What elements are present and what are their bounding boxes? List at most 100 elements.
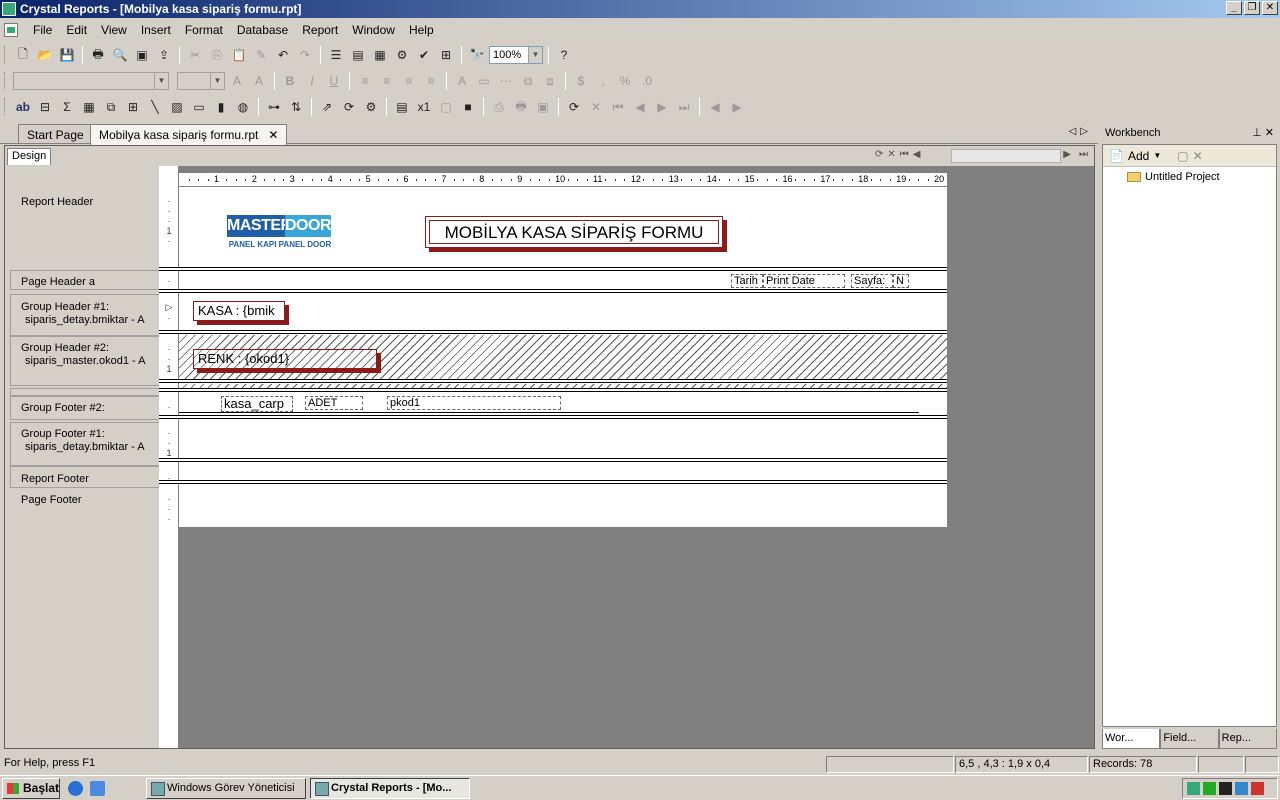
line-style-icon[interactable]: ⋯: [496, 71, 516, 91]
font-size-select[interactable]: ▼: [177, 72, 225, 90]
task-task-manager[interactable]: Windows Görev Yöneticisi: [146, 778, 306, 799]
alert-icon[interactable]: [1251, 782, 1264, 795]
separator-line[interactable]: [179, 412, 919, 413]
report-title-box[interactable]: MOBİLYA KASA SİPARİŞ FORMU: [425, 216, 723, 248]
export-page-icon[interactable]: ⎙: [489, 97, 509, 117]
decimal-icon[interactable]: .0: [637, 71, 657, 91]
menu-view[interactable]: View: [94, 23, 134, 37]
group-icon[interactable]: ⊟: [35, 97, 55, 117]
print-page-icon[interactable]: 🖶: [511, 97, 531, 117]
zoom-select[interactable]: 100% ▼: [489, 46, 543, 64]
select-expert-icon[interactable]: ⇗: [317, 97, 337, 117]
menu-edit[interactable]: Edit: [59, 23, 94, 37]
page-number-field[interactable]: [951, 149, 1061, 163]
tab-start-page[interactable]: Start Page: [18, 124, 93, 144]
font-name-select[interactable]: ▼: [13, 72, 169, 90]
section-page-header[interactable]: Page Header a: [5, 276, 157, 289]
new-project-icon[interactable]: ▢: [1177, 149, 1188, 163]
workbench-icon[interactable]: ⊞: [436, 45, 456, 65]
new-icon[interactable]: 🗋: [13, 45, 33, 65]
align-left-icon[interactable]: ≡: [355, 71, 375, 91]
ie-icon[interactable]: [68, 781, 83, 796]
refresh-icon[interactable]: ⟳: [564, 97, 584, 117]
print-date-field[interactable]: Print Date: [763, 274, 845, 288]
cross-tab-icon[interactable]: ▦: [79, 97, 99, 117]
network-icon[interactable]: [1187, 782, 1200, 795]
tab-scroll-left-icon[interactable]: ◁: [1069, 126, 1077, 137]
last-page-icon[interactable]: ⏭: [674, 97, 694, 117]
align-center-icon[interactable]: ≡: [377, 71, 397, 91]
restore-button[interactable]: ❐: [1244, 1, 1260, 15]
section-expert-icon[interactable]: ⚙: [361, 97, 381, 117]
tab-design[interactable]: Design: [7, 148, 52, 165]
field-explorer-icon[interactable]: ▤: [348, 45, 368, 65]
prev-page-icon[interactable]: ◀: [913, 149, 921, 160]
section-report-header[interactable]: Report Header: [5, 196, 157, 209]
justify-icon[interactable]: ≡: [421, 71, 441, 91]
percent-icon[interactable]: %: [615, 71, 635, 91]
first-page-icon[interactable]: ⏮: [608, 97, 628, 117]
first-page-icon[interactable]: ⏮: [900, 149, 909, 160]
line-icon[interactable]: ╲: [145, 97, 165, 117]
print-icon[interactable]: 🖶: [88, 45, 108, 65]
kasa-carp-field[interactable]: kasa_carp: [221, 396, 293, 412]
tab-scroll-right-icon[interactable]: ▷: [1080, 126, 1088, 137]
shrink-font-icon[interactable]: A: [249, 71, 269, 91]
save-icon[interactable]: 💾: [57, 45, 77, 65]
tab-active-report[interactable]: Mobilya kasa sipariş formu.rpt ✕: [90, 124, 288, 145]
text-object-icon[interactable]: ab: [13, 97, 33, 117]
start-button[interactable]: Başlat: [2, 778, 60, 799]
add-button[interactable]: Add: [1128, 149, 1149, 163]
redo-icon[interactable]: ↷: [295, 45, 315, 65]
next-page-icon[interactable]: ▶: [1063, 149, 1071, 160]
export-icon[interactable]: ⇪: [154, 45, 174, 65]
underline-icon[interactable]: U: [324, 71, 344, 91]
cut-icon[interactable]: ✂: [185, 45, 205, 65]
paste-icon[interactable]: 📋: [229, 45, 249, 65]
grow-font-icon[interactable]: A: [227, 71, 247, 91]
sayfa-label[interactable]: Sayfa:: [851, 274, 893, 288]
formula-icon[interactable]: ⟳: [339, 97, 359, 117]
section-report-footer[interactable]: Report Footer: [5, 473, 157, 486]
border-icon[interactable]: ▭: [474, 71, 494, 91]
italic-icon[interactable]: I: [302, 71, 322, 91]
menu-insert[interactable]: Insert: [134, 23, 178, 37]
menu-report[interactable]: Report: [295, 23, 345, 37]
minimize-button[interactable]: _: [1226, 1, 1242, 15]
page-number-field-report[interactable]: N: [893, 274, 909, 288]
display-icon[interactable]: [1219, 782, 1232, 795]
tarih-label[interactable]: Tarih :: [731, 274, 763, 288]
font-color-icon[interactable]: A: [452, 71, 472, 91]
undo-icon[interactable]: ↶: [273, 45, 293, 65]
chevron-down-icon[interactable]: ▼: [1153, 151, 1161, 160]
forward-icon[interactable]: ▶: [727, 97, 747, 117]
refresh-icon[interactable]: ⟳: [875, 149, 883, 160]
olap-icon[interactable]: ⧉: [101, 97, 121, 117]
format-painter-icon[interactable]: ✎: [251, 45, 271, 65]
renk-group-field[interactable]: RENK : {okod1}: [193, 349, 377, 369]
group-tree-icon[interactable]: ☰: [326, 45, 346, 65]
last-page-icon[interactable]: ⏭: [1079, 149, 1088, 160]
explorer-icon[interactable]: [90, 781, 105, 796]
company-logo[interactable]: MASTER DOOR PANEL KAPI PANEL DOOR: [227, 215, 333, 255]
summary-icon[interactable]: Σ: [57, 97, 77, 117]
picture-icon[interactable]: ▭: [189, 97, 209, 117]
sort-icon[interactable]: ⇅: [286, 97, 306, 117]
suppress-icon[interactable]: ⧉: [518, 71, 538, 91]
task-crystal-reports[interactable]: Crystal Reports - [Mo...: [310, 778, 470, 799]
close-button[interactable]: ✕: [1262, 1, 1278, 15]
menu-window[interactable]: Window: [345, 23, 402, 37]
page-setup-icon[interactable]: ▣: [533, 97, 553, 117]
stop-refresh-icon[interactable]: ✕: [586, 97, 606, 117]
prev-page-icon[interactable]: ◀: [630, 97, 650, 117]
section-page-footer[interactable]: Page Footer: [5, 494, 157, 507]
open-icon[interactable]: 📂: [35, 45, 55, 65]
adet-field[interactable]: ADET: [305, 396, 363, 410]
stop-icon[interactable]: ■: [458, 97, 478, 117]
preview-icon[interactable]: ▣: [132, 45, 152, 65]
bold-icon[interactable]: B: [280, 71, 300, 91]
menu-help[interactable]: Help: [402, 23, 441, 37]
tab-report-explorer[interactable]: Rep...: [1218, 729, 1277, 749]
kasa-group-field[interactable]: KASA : {bmik: [193, 301, 285, 321]
delete-icon[interactable]: ✕: [1193, 149, 1203, 163]
